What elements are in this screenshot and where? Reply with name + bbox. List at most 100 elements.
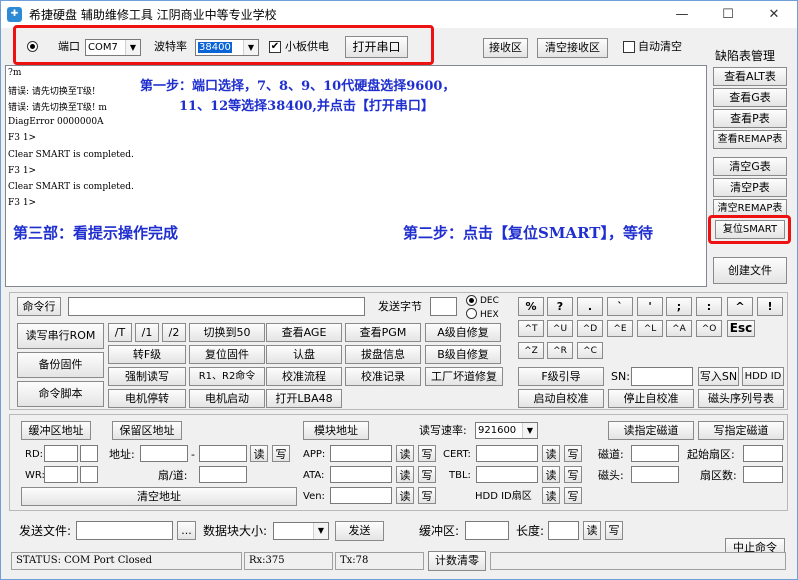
b-level-repair-button[interactable]: B级自修复 [425,345,501,364]
module-address-button[interactable]: 模块地址 [303,421,369,440]
auto-clear-checkbox[interactable] [623,41,635,53]
stop-auto-cal-button[interactable]: 停止自校准 [608,389,694,408]
cert-write-button[interactable]: 写 [564,445,582,462]
write-sn-button[interactable]: 写入SN [698,367,739,386]
start-auto-cal-button[interactable]: 启动自校准 [518,389,604,408]
track-input[interactable] [631,445,679,462]
address-input-2[interactable] [199,445,247,462]
reset-firmware-button[interactable]: 复位固件 [189,345,265,364]
clear-p-button[interactable]: 清空P表 [713,178,787,197]
minimize-button[interactable]: — [659,1,705,28]
head-serial-table-button[interactable]: 磁头序列号表 [698,389,784,408]
reset-count-button[interactable]: 计数清零 [428,551,486,571]
key-ctrl-z[interactable]: ^Z [518,342,544,359]
key-ctrl-r[interactable]: ^R [547,342,573,359]
read-track-button[interactable]: 读指定磁道 [608,421,694,440]
wr-input-1[interactable] [44,466,78,483]
ata-input[interactable] [330,466,392,483]
identify-disk-button[interactable]: 认盘 [266,345,342,364]
buffer-read-button[interactable]: 读 [583,521,601,540]
command-line-button[interactable]: 命令行 [17,297,61,316]
key-ctrl-a[interactable]: ^A [666,320,692,337]
key-question[interactable]: ? [547,297,573,316]
view-age-button[interactable]: 查看AGE [266,323,342,342]
send-bytes-input[interactable] [430,297,457,316]
key-ctrl-e[interactable]: ^E [607,320,633,337]
tbl-input[interactable] [476,466,538,483]
switch-50-button[interactable]: 切换到50 [189,323,265,342]
key-caret[interactable]: ^ [727,297,753,316]
app-read-button[interactable]: 读 [396,445,414,462]
motor-stop-button[interactable]: 电机停转 [108,389,186,408]
send-button[interactable]: 发送 [335,521,384,541]
sector-count-input[interactable] [743,466,783,483]
hex-radio[interactable] [466,308,477,319]
key-exclaim[interactable]: ! [757,297,783,316]
key-dot[interactable]: . [577,297,603,316]
read-write-rom-button[interactable]: 读写串行ROM [17,323,104,349]
create-file-button[interactable]: 创建文件 [713,257,787,284]
head-input[interactable] [631,466,679,483]
buffer-address-button[interactable]: 缓冲区地址 [21,421,91,440]
close-button[interactable]: ✕ [751,1,797,28]
key-percent[interactable]: % [518,297,544,316]
app-input[interactable] [330,445,392,462]
key-colon[interactable]: : [696,297,722,316]
block-size-select[interactable]: ▼ [273,522,329,540]
key-ctrl-o[interactable]: ^O [696,320,722,337]
sn-input[interactable] [631,367,693,386]
sector-track-input[interactable] [199,466,247,483]
open-lba48-button[interactable]: 打开LBA48 [266,389,342,408]
level-2-button[interactable]: /2 [162,323,186,342]
motor-start-button[interactable]: 电机启动 [189,389,265,408]
wr-input-2[interactable] [80,466,98,483]
factory-repair-button[interactable]: 工厂坏道修复 [425,367,503,386]
f-level-boot-button[interactable]: F级引导 [518,367,604,386]
view-alt-button[interactable]: 查看ALT表 [713,67,787,86]
hdd-id-read-button[interactable]: 读 [542,487,560,504]
buffer-input[interactable] [465,521,509,540]
key-ctrl-l[interactable]: ^L [637,320,663,337]
unplug-info-button[interactable]: 拔盘信息 [345,345,421,364]
cert-input[interactable] [476,445,538,462]
rw-speed-select[interactable]: 921600 ▼ [475,422,538,439]
clear-g-button[interactable]: 清空G表 [713,157,787,176]
rd-input-1[interactable] [44,445,78,462]
view-p-button[interactable]: 查看P表 [713,109,787,128]
address-input-1[interactable] [140,445,188,462]
r1-r2-command-button[interactable]: R1、R2命令 [189,367,265,386]
ven-write-button[interactable]: 写 [418,487,436,504]
key-ctrl-t[interactable]: ^T [518,320,544,337]
maximize-button[interactable]: ☐ [705,1,751,28]
tbl-write-button[interactable]: 写 [564,466,582,483]
ven-read-button[interactable]: 读 [396,487,414,504]
address-read-button[interactable]: 读 [250,445,268,462]
key-ctrl-u[interactable]: ^U [547,320,573,337]
send-file-input[interactable] [76,521,173,540]
clear-address-button[interactable]: 清空地址 [21,487,297,506]
hdd-id-button[interactable]: HDD ID [742,367,784,386]
ata-read-button[interactable]: 读 [396,466,414,483]
tbl-read-button[interactable]: 读 [542,466,560,483]
write-track-button[interactable]: 写指定磁道 [698,421,784,440]
calibration-flow-button[interactable]: 校准流程 [266,367,342,386]
command-input[interactable] [68,297,365,316]
reserved-address-button[interactable]: 保留区地址 [112,421,182,440]
key-ctrl-c[interactable]: ^C [577,342,603,359]
key-esc[interactable]: Esc [727,320,755,337]
force-rw-button[interactable]: 强制读写 [108,367,186,386]
backup-firmware-button[interactable]: 备份固件 [17,352,104,378]
buffer-write-button[interactable]: 写 [605,521,623,540]
cert-read-button[interactable]: 读 [542,445,560,462]
recv-area-button[interactable]: 接收区 [483,38,528,58]
clear-recv-button[interactable]: 清空接收区 [537,38,608,58]
app-write-button[interactable]: 写 [418,445,436,462]
address-write-button[interactable]: 写 [272,445,290,462]
view-remap-button[interactable]: 查看REMAP表 [713,130,787,149]
key-semicolon[interactable]: ; [666,297,692,316]
key-ctrl-d[interactable]: ^D [577,320,603,337]
t-mode-button[interactable]: /T [108,323,132,342]
command-script-button[interactable]: 命令脚本 [17,381,104,407]
a-level-repair-button[interactable]: A级自修复 [425,323,501,342]
dec-radio[interactable] [466,295,477,306]
